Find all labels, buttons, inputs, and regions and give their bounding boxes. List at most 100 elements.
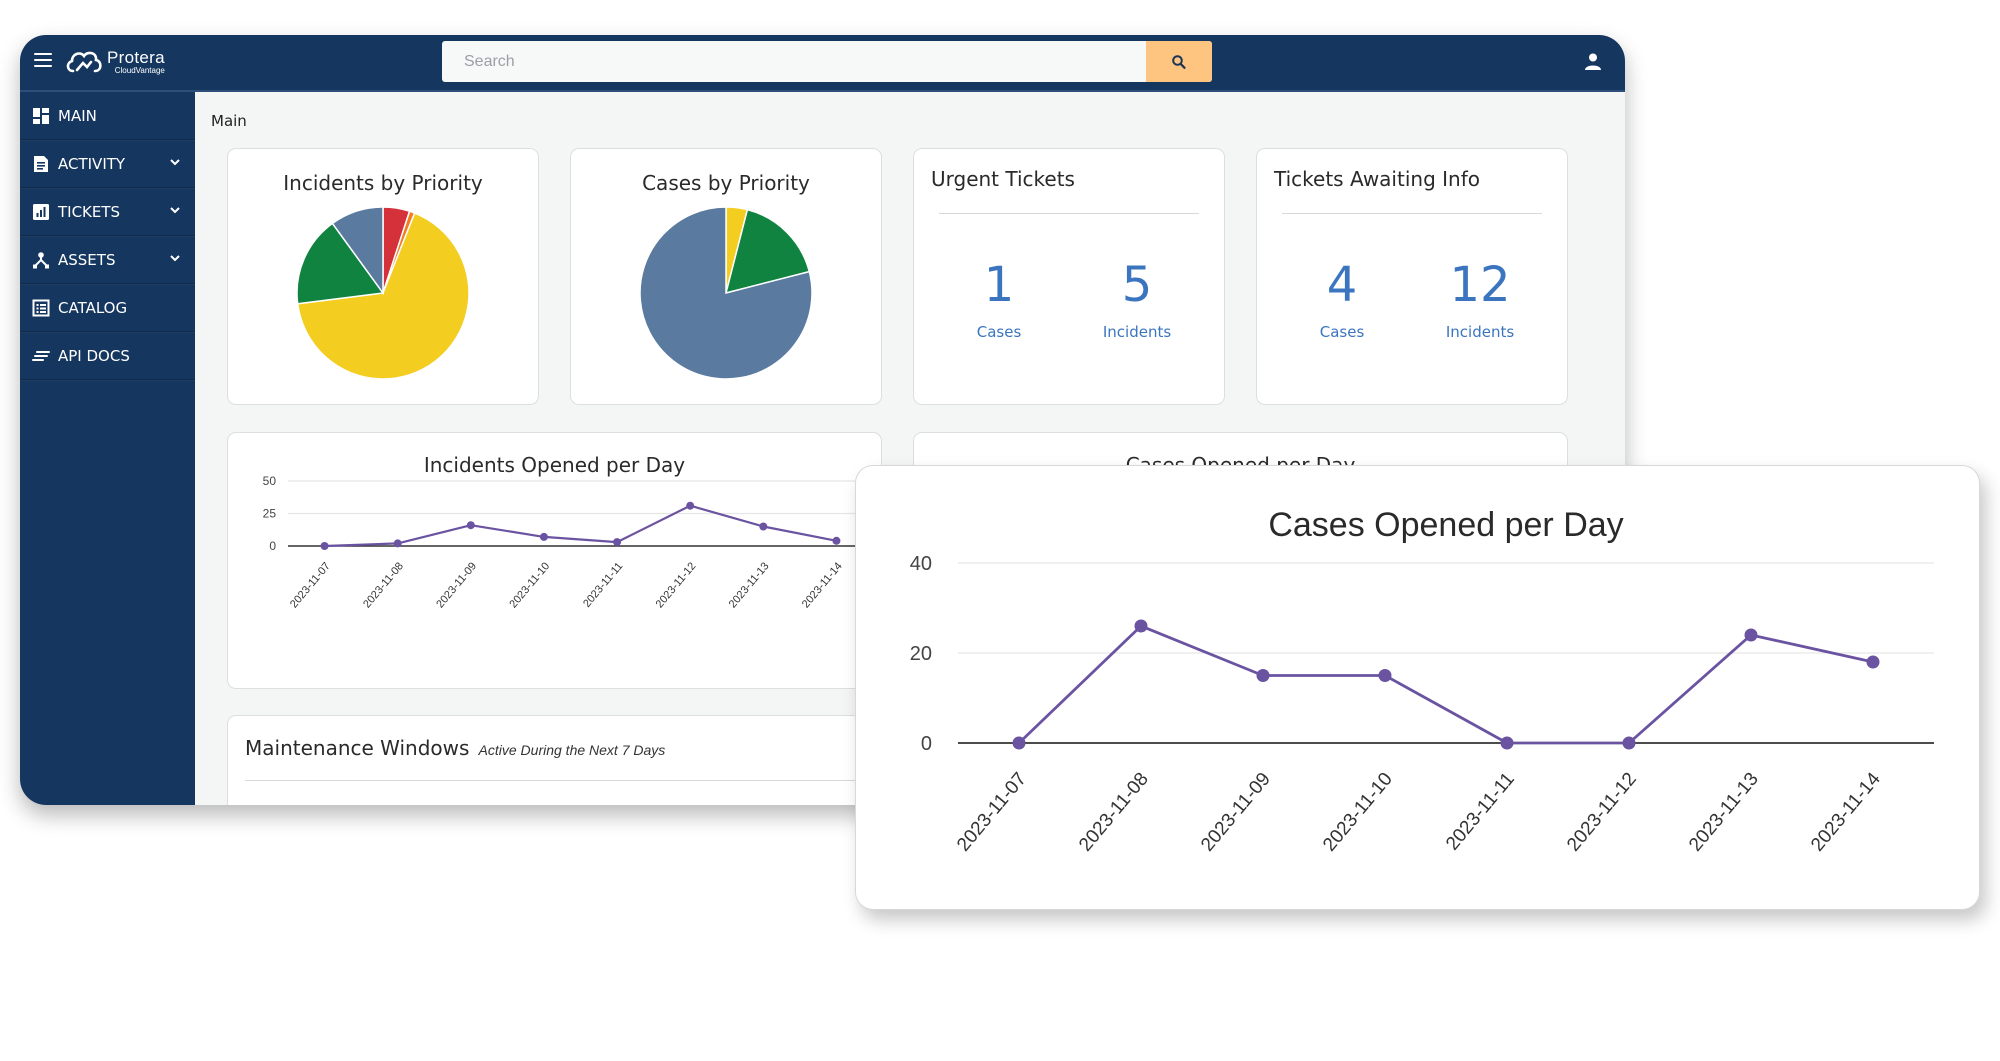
chart-title: Cases Opened per Day [1268, 506, 1623, 544]
stat-label: Incidents [1102, 323, 1172, 341]
x-tick-label-6: 2023-11-13 [727, 560, 772, 610]
stat-value: 12 [1449, 257, 1511, 313]
lines-icon [32, 347, 50, 365]
brand-name: Protera [107, 48, 165, 67]
sidebar-item-label: MAIN [58, 106, 97, 125]
y-tick-label-0: 0 [269, 539, 276, 553]
bar-chart-icon [32, 203, 50, 221]
cases-per-day-zoomed-card: Cases Opened per Day 0 20 40 2023-11-07 2023-… [855, 465, 1980, 910]
data-point-2[interactable] [1256, 669, 1270, 682]
chevron-down-icon[interactable] [169, 252, 181, 264]
urgent-cases-stat[interactable]: 1 Cases [939, 261, 1059, 341]
card-header: Maintenance Windows Active During the Ne… [245, 736, 665, 760]
y-tick-label-1: 20 [910, 643, 932, 665]
x-tick-label-2: 2023-11-09 [434, 560, 479, 610]
user-icon[interactable] [1583, 52, 1603, 72]
chevron-down-icon[interactable] [169, 204, 181, 216]
series-line [1018, 624, 1874, 745]
y-tick-label-0: 0 [921, 733, 932, 755]
x-tick-label-5: 2023-11-12 [1563, 769, 1641, 856]
stat-value: 5 [1121, 257, 1153, 313]
x-tick-label-7: 2023-11-14 [1807, 768, 1885, 855]
stat-value: 4 [1326, 257, 1358, 313]
data-point-0[interactable] [1012, 736, 1026, 750]
data-point-7[interactable] [832, 536, 841, 545]
network-icon [32, 251, 50, 269]
divider [939, 213, 1199, 214]
awaiting-cases-stat[interactable]: 4 Cases [1282, 261, 1402, 341]
data-point-5[interactable] [686, 501, 695, 510]
tickets-awaiting-info-card: Tickets Awaiting Info 4 Cases 12 Inciden… [1256, 148, 1568, 405]
search-input[interactable] [442, 41, 1146, 82]
y-tick-label-2: 40 [910, 553, 932, 575]
data-point-3[interactable] [539, 532, 548, 541]
card-title: Tickets Awaiting Info [1274, 167, 1480, 191]
stat-label: Incidents [1445, 323, 1515, 341]
data-point-4[interactable] [613, 538, 622, 547]
cloud-logo-icon [66, 51, 102, 73]
urgent-incidents-stat[interactable]: 5 Incidents [1077, 261, 1197, 341]
y-tick-label-2: 50 [263, 474, 277, 488]
card-subtitle: Active During the Next 7 Days [478, 742, 666, 758]
sidebar-item-label: TICKETS [58, 202, 121, 221]
document-icon [32, 155, 50, 173]
x-tick-label-1: 2023-11-08 [361, 560, 406, 610]
breadcrumb: Main [211, 112, 247, 130]
dashboard-icon [32, 107, 50, 125]
stat-label: Cases [976, 323, 1022, 341]
urgent-tickets-card: Urgent Tickets 1 Cases 5 Incidents [913, 148, 1225, 405]
x-tick-label-3: 2023-11-10 [1319, 769, 1397, 856]
data-point-7[interactable] [1866, 655, 1880, 669]
list-icon [32, 299, 50, 317]
search-bar [442, 41, 1212, 82]
stat-value: 1 [983, 257, 1015, 313]
data-point-1[interactable] [393, 539, 402, 548]
x-tick-label-5: 2023-11-12 [654, 560, 699, 610]
cases-by-priority-card: Cases by Priority [570, 148, 882, 405]
divider [1282, 213, 1542, 214]
sidebar-item-activity[interactable]: ACTIVITY [20, 140, 195, 188]
x-tick-label-1: 2023-11-08 [1075, 769, 1153, 856]
data-point-2[interactable] [466, 521, 475, 530]
sidebar-item-label: API DOCS [58, 346, 130, 365]
incidents-priority-pie [296, 206, 470, 380]
card-title: Maintenance Windows [245, 736, 470, 760]
data-point-5[interactable] [1622, 736, 1636, 750]
hamburger-icon[interactable] [34, 53, 52, 67]
stat-label: Cases [1319, 323, 1365, 341]
card-title: Urgent Tickets [931, 167, 1075, 191]
data-point-1[interactable] [1134, 619, 1148, 633]
sidebar-item-main[interactable]: MAIN [20, 92, 195, 140]
sidebar-item-api-docs[interactable]: API DOCS [20, 332, 195, 380]
x-tick-label-3: 2023-11-10 [507, 560, 552, 610]
x-tick-label-7: 2023-11-14 [800, 560, 845, 610]
sidebar-item-assets[interactable]: ASSETS [20, 236, 195, 284]
sidebar-item-label: CATALOG [58, 298, 128, 317]
cases-per-day-chart: Cases Opened per Day 0 20 40 2023-11-07 2023-… [910, 506, 1934, 856]
sidebar-item-label: ASSETS [58, 250, 116, 269]
sidebar-item-catalog[interactable]: CATALOG [20, 284, 195, 332]
sidebar-item-tickets[interactable]: TICKETS [20, 188, 195, 236]
chevron-down-icon[interactable] [169, 156, 181, 168]
search-button[interactable] [1146, 41, 1212, 82]
incidents-per-day-chart: 0 25 50 2023-11-07 2023-11-08 2023-11-09 2023-… [263, 474, 873, 610]
sidebar-item-label: ACTIVITY [58, 154, 126, 173]
data-point-0[interactable] [320, 542, 329, 550]
awaiting-incidents-stat[interactable]: 12 Incidents [1420, 261, 1540, 341]
data-point-3[interactable] [1378, 669, 1392, 682]
x-tick-label-6: 2023-11-13 [1685, 769, 1763, 856]
data-point-4[interactable] [1500, 736, 1514, 750]
y-tick-label-1: 25 [263, 507, 277, 521]
x-tick-label-4: 2023-11-11 [581, 560, 625, 610]
cases-priority-pie [639, 206, 813, 380]
data-point-6[interactable] [1744, 628, 1758, 642]
brand-logo[interactable]: Protera CloudVantage [64, 44, 165, 80]
x-tick-label-0: 2023-11-07 [953, 769, 1031, 856]
data-point-6[interactable] [759, 522, 768, 531]
brand-subtitle: CloudVantage [114, 66, 165, 75]
incidents-per-day-card: Incidents Opened per Day 0 25 50 2023-11-07… [227, 432, 882, 689]
x-tick-label-0: 2023-11-07 [288, 560, 333, 610]
top-header: Protera CloudVantage [20, 35, 1625, 92]
x-tick-label-2: 2023-11-09 [1197, 769, 1275, 856]
x-tick-label-4: 2023-11-11 [1442, 769, 1519, 855]
